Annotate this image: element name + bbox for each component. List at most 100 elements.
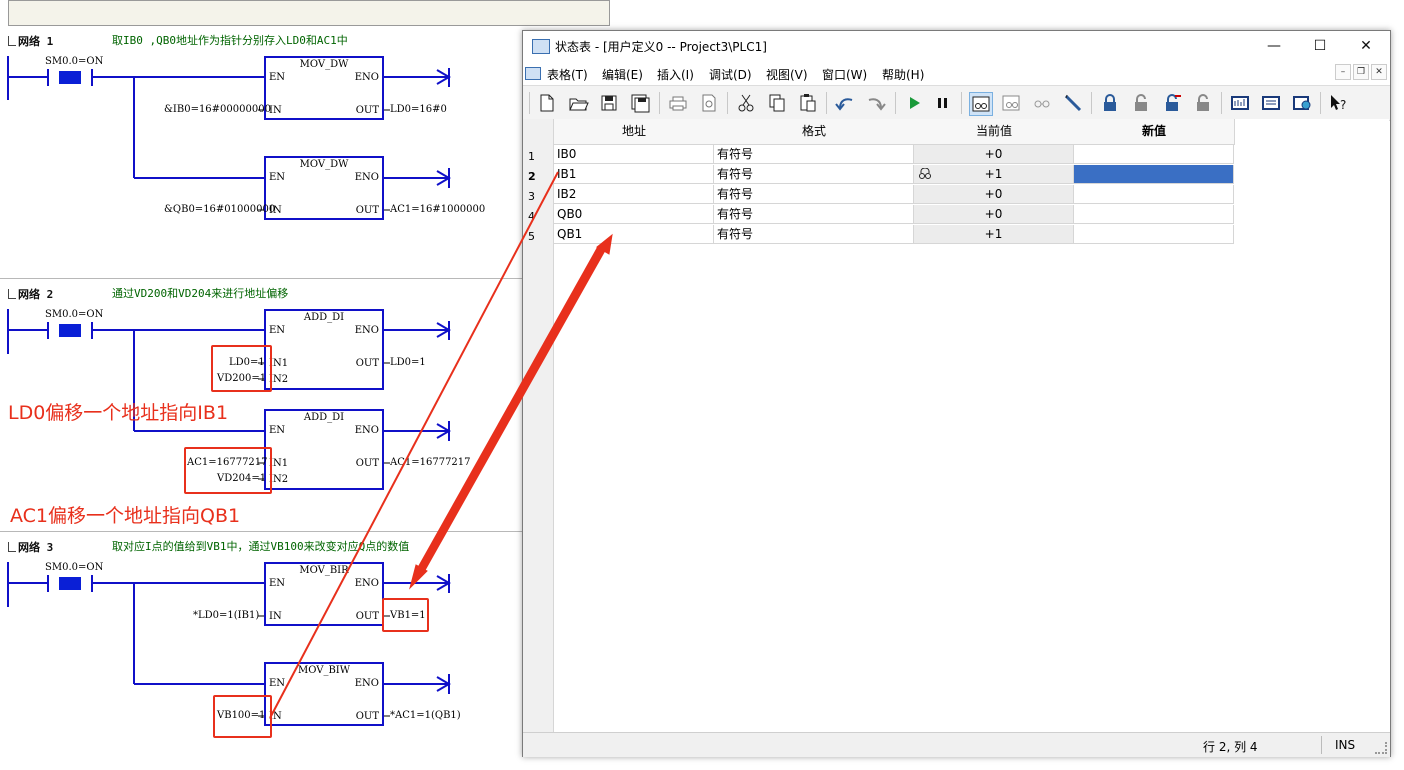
row-number[interactable]: 2 — [528, 170, 536, 183]
table-doc-icon[interactable] — [525, 67, 541, 80]
save-icon[interactable] — [598, 92, 620, 114]
pause-icon[interactable] — [932, 92, 954, 114]
write-pen-icon[interactable] — [1062, 92, 1084, 114]
table-view-icon[interactable] — [1260, 92, 1282, 114]
add-di-block-1[interactable]: ADD_DI EN ENO IN1 IN2 OUT — [264, 309, 384, 390]
network-3-header[interactable]: 网络 3 — [8, 539, 53, 555]
address-cell[interactable]: IB0 — [554, 145, 714, 164]
format-cell[interactable]: 有符号 — [714, 225, 914, 244]
cursor-position: 行 2, 列 4 — [1203, 740, 1258, 754]
copy-icon[interactable] — [766, 92, 788, 114]
lock-glasses-icon — [919, 168, 931, 179]
read-forced-icon[interactable] — [1192, 92, 1214, 114]
toolbar-separator — [826, 92, 827, 114]
menu-debug[interactable]: 调试(D) — [709, 66, 752, 83]
menu-edit[interactable]: 编辑(E) — [602, 66, 643, 83]
current-value-cell: +0 — [914, 205, 1074, 224]
menu-table[interactable]: 表格(T) — [547, 66, 588, 83]
network-1-comment[interactable]: 取IB0 ,QB0地址作为指针分别存入LD0和AC1中 — [112, 32, 348, 48]
menu-view[interactable]: 视图(V) — [766, 66, 808, 83]
redo-icon[interactable] — [865, 92, 887, 114]
network-2-header[interactable]: 网络 2 — [8, 286, 53, 302]
column-header-new-value[interactable]: 新值 — [1074, 119, 1235, 145]
en-pin: EN — [269, 678, 286, 689]
address-cell[interactable]: IB2 — [554, 185, 714, 204]
new-value-cell-selected[interactable] — [1074, 165, 1234, 184]
mov-dw-block-2[interactable]: MOV_DW EN ENO IN OUT — [264, 156, 384, 220]
resize-grip[interactable] — [1375, 742, 1387, 754]
print-icon[interactable] — [667, 92, 689, 114]
format-cell[interactable]: 有符号 — [714, 165, 914, 184]
open-folder-icon[interactable] — [567, 92, 589, 114]
mov-dw-block-1[interactable]: MOV_DW EN ENO IN OUT — [264, 56, 384, 120]
cut-icon[interactable] — [735, 92, 757, 114]
network-2-comment[interactable]: 通过VD200和VD204来进行地址偏移 — [112, 285, 288, 301]
toolbar-separator — [529, 92, 530, 114]
new-value-cell[interactable] — [1074, 205, 1234, 224]
out-pin: OUT — [355, 358, 379, 369]
row-number[interactable]: 3 — [528, 190, 535, 203]
context-help-icon[interactable]: ? — [1327, 92, 1349, 114]
force-lock-icon[interactable] — [1099, 92, 1121, 114]
status-bar: 行 2, 列 4 INS — [523, 732, 1390, 757]
row-number[interactable]: 4 — [528, 210, 535, 223]
run-icon[interactable] — [903, 92, 925, 114]
toolbar-separator — [895, 92, 896, 114]
address-cell[interactable]: IB1 — [554, 165, 714, 184]
settings-view-icon[interactable] — [1291, 92, 1313, 114]
contact-sm0-0[interactable] — [59, 71, 81, 84]
toolbar-separator — [961, 92, 962, 114]
title-bar[interactable]: 状态表 - [用户定义0 -- Project3\PLC1] — ☐ ✕ — [523, 31, 1390, 61]
maximize-button[interactable]: ☐ — [1297, 31, 1343, 61]
toolbar-separator — [1091, 92, 1092, 114]
mov-biw-block[interactable]: MOV_BIW EN ENO IN OUT — [264, 662, 384, 726]
address-cell[interactable]: QB1 — [554, 225, 714, 244]
network-3-label: 网络 3 — [18, 541, 54, 554]
print-preview-icon[interactable] — [698, 92, 720, 114]
column-header-format[interactable]: 格式 — [714, 119, 915, 145]
menu-window[interactable]: 窗口(W) — [822, 66, 867, 83]
add-di-block-2[interactable]: ADD_DI EN ENO IN1 IN2 OUT — [264, 409, 384, 490]
row-number[interactable]: 5 — [528, 230, 535, 243]
mdi-restore-icon[interactable]: ❐ — [1353, 64, 1369, 80]
unforce-all-icon[interactable] — [1161, 92, 1183, 114]
paste-icon[interactable] — [797, 92, 819, 114]
close-button[interactable]: ✕ — [1343, 31, 1389, 61]
network-1-header[interactable]: 网络 1 — [8, 33, 53, 49]
address-cell[interactable]: QB0 — [554, 205, 714, 224]
mov-bir-block[interactable]: MOV_BIR EN ENO IN OUT — [264, 562, 384, 626]
new-value-cell[interactable] — [1074, 225, 1234, 244]
format-cell[interactable]: 有符号 — [714, 185, 914, 204]
contact-sm0-0[interactable] — [59, 577, 81, 590]
network-3-comment[interactable]: 取对应I点的值给到VB1中，通过VB100来改变对应Q点的数值 — [112, 538, 409, 554]
out-pin: OUT — [355, 458, 379, 469]
single-read-icon[interactable] — [1000, 92, 1022, 114]
unforce-lock-icon[interactable] — [1130, 92, 1152, 114]
row-number[interactable]: 1 — [528, 150, 535, 163]
minimize-button[interactable]: — — [1251, 31, 1297, 61]
menu-insert[interactable]: 插入(I) — [657, 66, 694, 83]
status-table-window[interactable]: 状态表 - [用户定义0 -- Project3\PLC1] — ☐ ✕ 表格(… — [522, 30, 1391, 757]
highlight-box — [184, 447, 272, 494]
status-separator — [1321, 736, 1322, 754]
format-cell[interactable]: 有符号 — [714, 145, 914, 164]
window-icon — [532, 39, 550, 54]
save-all-icon[interactable] — [629, 92, 651, 114]
menu-help[interactable]: 帮助(H) — [882, 66, 924, 83]
mdi-minimize-icon[interactable]: – — [1335, 64, 1351, 80]
column-header-current-value[interactable]: 当前值 — [914, 119, 1075, 145]
undo-icon[interactable] — [834, 92, 856, 114]
highlight-box — [213, 695, 272, 738]
monitor-status-icon[interactable] — [969, 92, 993, 116]
trend-view-icon[interactable] — [1229, 92, 1251, 114]
status-table-grid[interactable]: 地址 格式 当前值 新值 1 IB0 有符号 +0 2 IB1 有符号 +1 3… — [523, 119, 1389, 732]
new-file-icon[interactable] — [536, 92, 558, 114]
contact-sm0-0[interactable] — [59, 324, 81, 337]
column-header-address[interactable]: 地址 — [554, 119, 715, 145]
mdi-close-icon[interactable]: ✕ — [1371, 64, 1387, 80]
glasses-icon[interactable] — [1031, 92, 1053, 114]
eno-pin: ENO — [354, 325, 379, 336]
new-value-cell[interactable] — [1074, 145, 1234, 164]
format-cell[interactable]: 有符号 — [714, 205, 914, 224]
new-value-cell[interactable] — [1074, 185, 1234, 204]
